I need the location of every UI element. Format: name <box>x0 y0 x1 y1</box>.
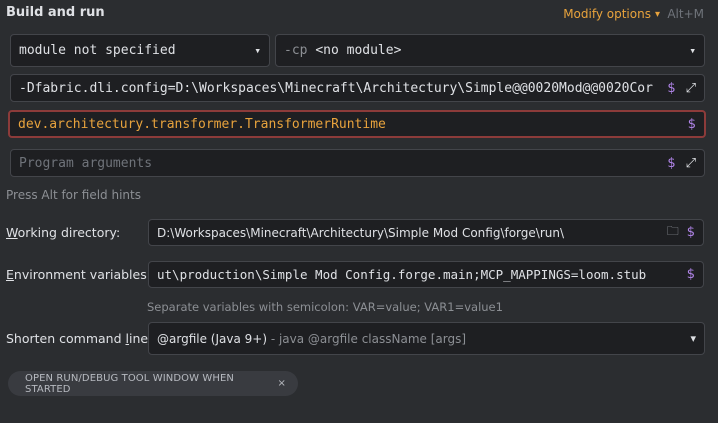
close-icon[interactable]: × <box>278 378 286 389</box>
insert-macro-icon[interactable]: $ <box>667 81 675 96</box>
main-class-field[interactable]: dev.architectury.transformer.Transformer… <box>8 110 706 138</box>
vm-options-field[interactable]: -Dfabric.dli.config=D:\Workspaces\Minecr… <box>10 74 705 102</box>
classpath-prefix: -cp <box>284 43 308 58</box>
modify-options-shortcut: Alt+M <box>667 7 704 21</box>
insert-macro-icon[interactable]: $ <box>667 156 675 171</box>
main-class-value: dev.architectury.transformer.Transformer… <box>18 116 386 132</box>
folder-icon[interactable]: 🗀 <box>667 222 679 243</box>
chevron-down-icon: ▾ <box>689 44 696 57</box>
insert-macro-icon[interactable]: $ <box>687 267 695 282</box>
option-tag-label: OPEN RUN/DEBUG TOOL WINDOW WHEN STARTED <box>25 372 234 395</box>
chevron-down-icon: ▾ <box>254 44 261 57</box>
insert-macro-icon[interactable]: $ <box>687 225 695 240</box>
program-arguments-field[interactable]: Program arguments $ ⤢ <box>10 149 705 177</box>
section-title: Build and run <box>6 5 105 20</box>
modify-options-label: Modify options <box>563 7 651 21</box>
open-tool-window-option-tag[interactable]: OPEN RUN/DEBUG TOOL WINDOW WHEN STARTED … <box>8 371 298 396</box>
environment-variables-label: Environment variables: <box>6 267 151 282</box>
classpath-value: <no module> <box>315 43 402 58</box>
expand-icon[interactable]: ⤢ <box>686 81 696 96</box>
environment-variables-value: ut\production\Simple Mod Config.forge.ma… <box>157 267 647 282</box>
classpath-select[interactable]: -cp <no module> ▾ <box>275 34 705 67</box>
shorten-command-line-select[interactable]: @argfile (Java 9+) - java @argfile class… <box>148 322 705 355</box>
working-directory-field[interactable]: D:\Workspaces\Minecraft\Architectury\Sim… <box>148 219 704 246</box>
module-select-value: module not specified <box>19 43 176 58</box>
environment-variables-hint: Separate variables with semicolon: VAR=v… <box>147 300 503 314</box>
program-arguments-placeholder: Program arguments <box>19 155 153 171</box>
shorten-command-line-description: - java @argfile className [args] <box>267 331 467 346</box>
chevron-down-icon: ▾ <box>690 332 696 345</box>
working-directory-label: Working directory: <box>6 225 121 240</box>
field-hint: Press Alt for field hints <box>6 188 141 202</box>
expand-icon[interactable]: ⤢ <box>686 156 696 171</box>
module-select[interactable]: module not specified ▾ <box>10 34 270 67</box>
shorten-command-line-value: @argfile (Java 9+) <box>157 331 267 346</box>
modify-options-link[interactable]: Modify options ▾ <box>563 7 660 21</box>
vm-options-value: -Dfabric.dli.config=D:\Workspaces\Minecr… <box>19 80 653 96</box>
chevron-down-icon: ▾ <box>654 8 660 20</box>
working-directory-value: D:\Workspaces\Minecraft\Architectury\Sim… <box>157 225 565 240</box>
shorten-command-line-label: Shorten command line: <box>6 331 153 346</box>
environment-variables-field[interactable]: ut\production\Simple Mod Config.forge.ma… <box>148 261 704 288</box>
insert-macro-icon[interactable]: $ <box>688 117 696 132</box>
